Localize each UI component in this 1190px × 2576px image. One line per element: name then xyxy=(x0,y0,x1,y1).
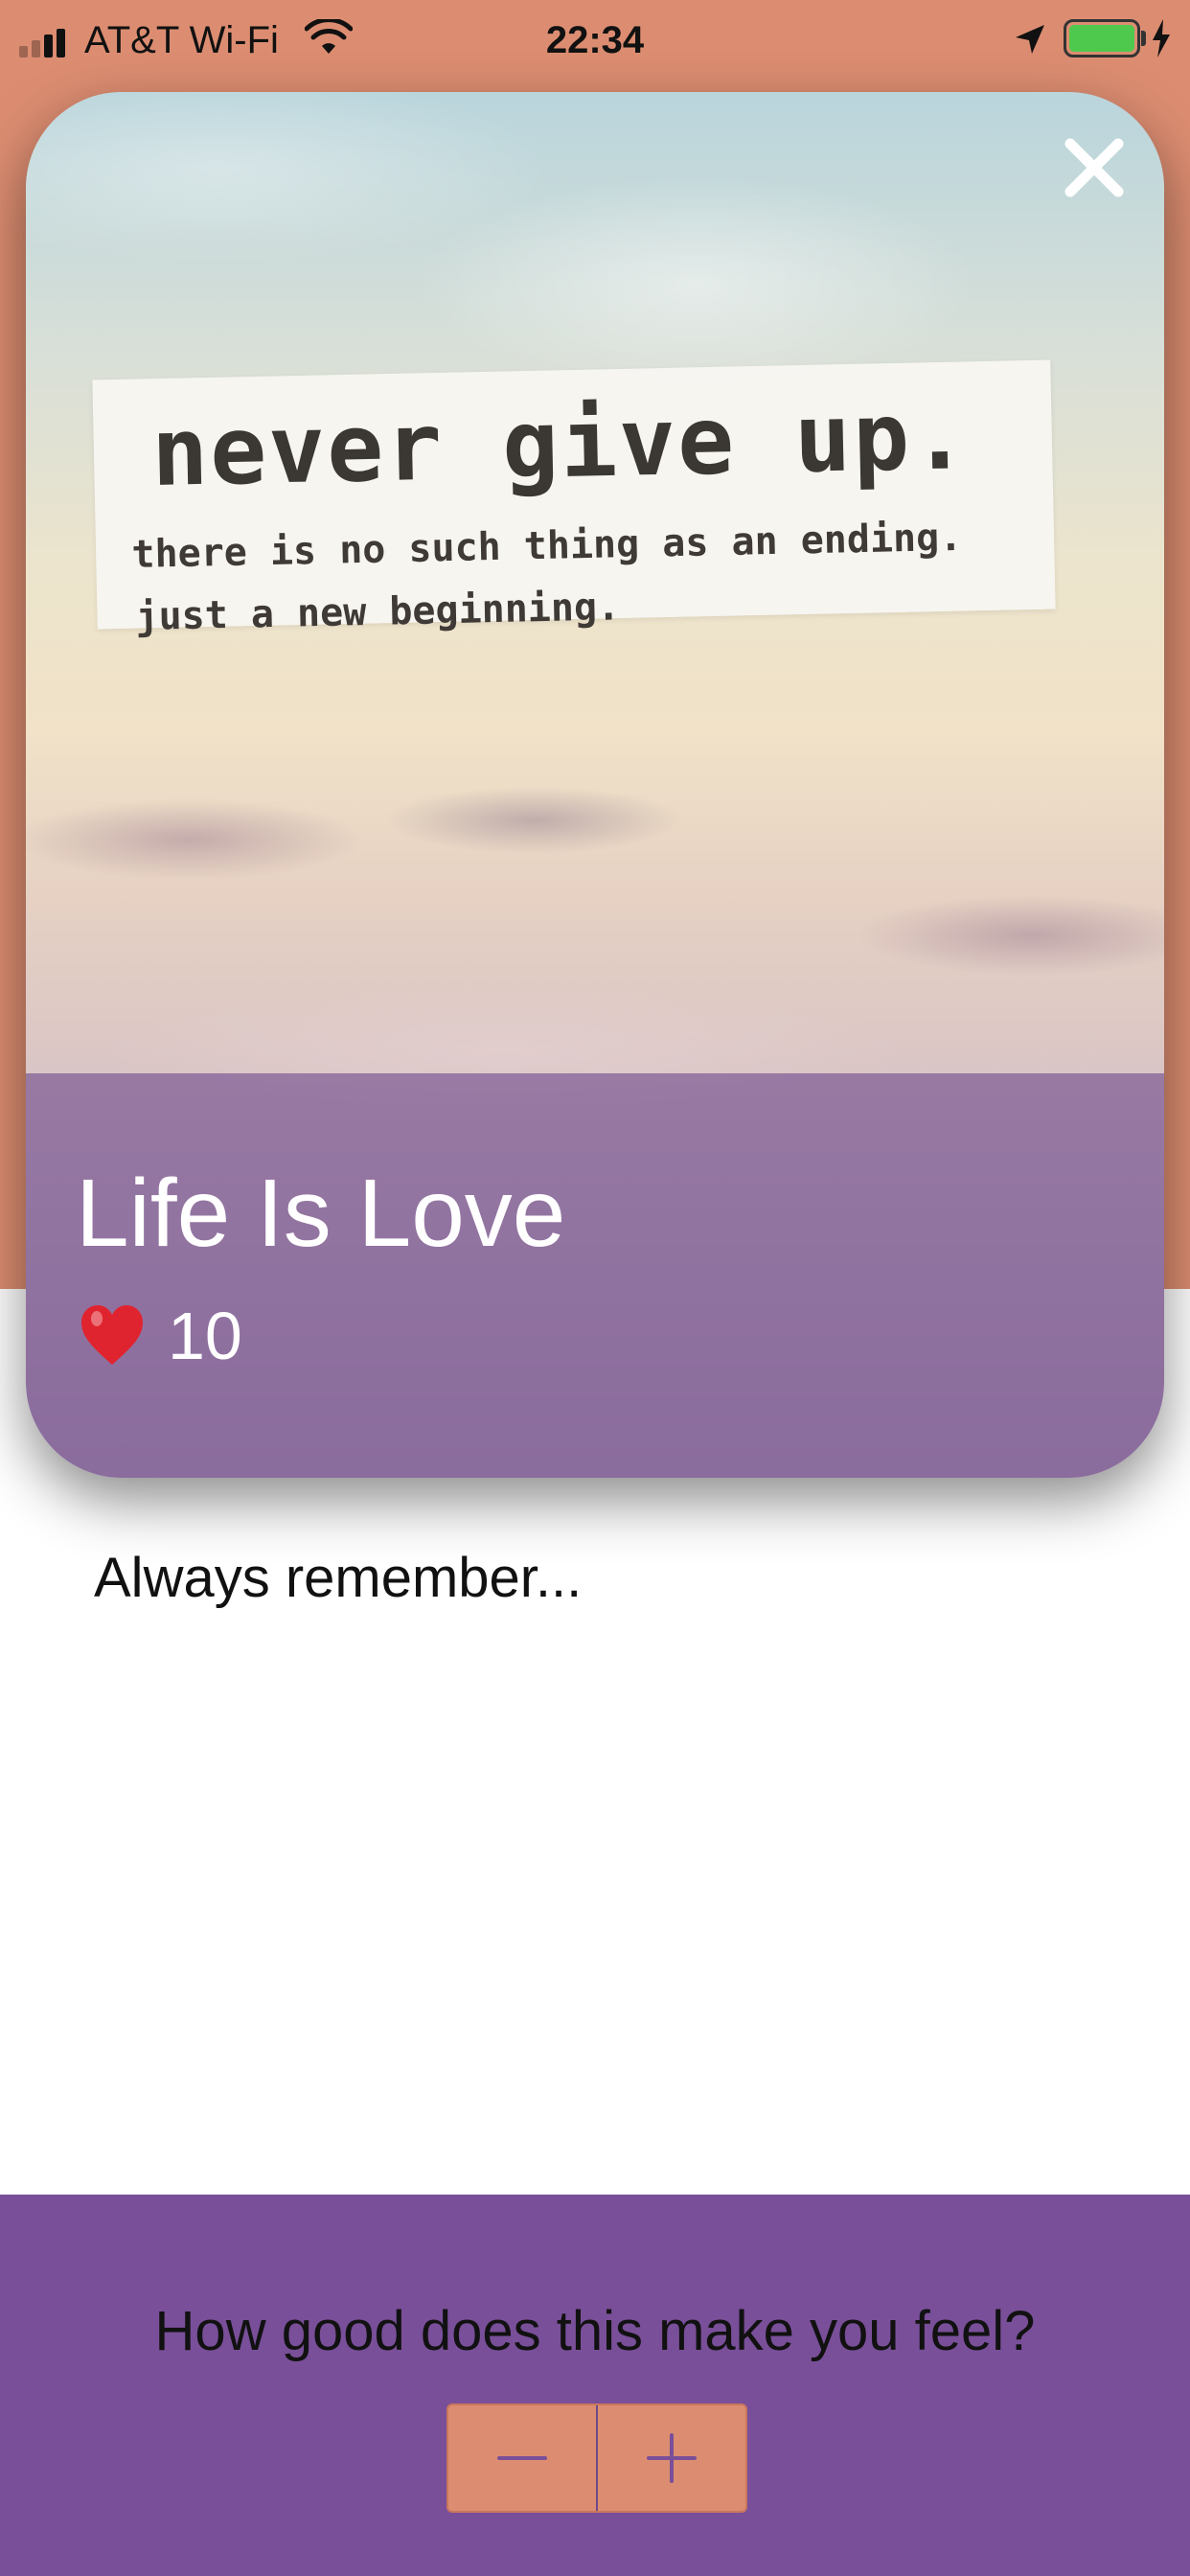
image-headline: never give up. xyxy=(150,381,972,508)
charging-bolt-icon xyxy=(1153,19,1170,58)
likes-row: 10 xyxy=(78,1296,242,1376)
minus-icon xyxy=(497,2456,547,2460)
location-arrow-icon xyxy=(1016,25,1044,54)
increment-button[interactable] xyxy=(598,2405,745,2511)
status-bar: AT&T Wi-Fi 22:34 xyxy=(0,0,1190,84)
rating-panel xyxy=(0,2195,1190,2576)
battery-level xyxy=(1069,25,1134,52)
rating-question: How good does this make you feel? xyxy=(154,2300,1036,2362)
quote-detail-screen: AT&T Wi-Fi 22:34 never give up. there is… xyxy=(0,0,1190,2576)
quote-description: Always remember... xyxy=(94,1547,583,1609)
decrement-button[interactable] xyxy=(448,2405,596,2511)
heart-icon xyxy=(81,1305,143,1365)
quote-card[interactable]: never give up. there is no such thing as… xyxy=(26,92,1164,1478)
plus-icon xyxy=(647,2433,697,2483)
feel-stepper[interactable] xyxy=(446,2404,747,2513)
battery-cap xyxy=(1141,31,1146,46)
battery-icon xyxy=(1064,19,1140,58)
close-icon[interactable] xyxy=(1061,134,1128,201)
card-info-overlay xyxy=(26,1073,1164,1478)
card-title: Life Is Love xyxy=(76,1160,566,1267)
status-time: 22:34 xyxy=(545,19,645,61)
likes-count: 10 xyxy=(168,1299,242,1373)
